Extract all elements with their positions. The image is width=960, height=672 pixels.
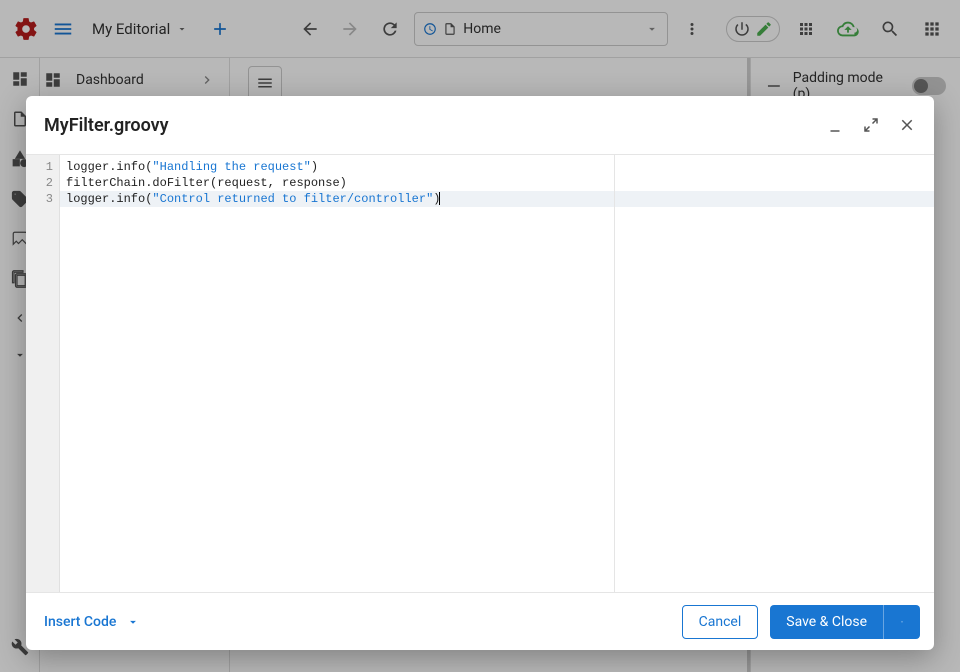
code-line: logger.info("Handling the request") xyxy=(60,159,934,175)
code-line: filterChain.doFilter(request, response) xyxy=(60,175,934,191)
minimize-icon xyxy=(826,116,844,134)
close-icon xyxy=(898,116,916,134)
text-caret xyxy=(439,192,440,205)
save-close-split-button: Save & Close xyxy=(770,605,920,639)
expand-icon xyxy=(862,116,880,134)
code-gutter: 1 2 3 xyxy=(26,155,60,592)
code-editor-body: 1 2 3 logger.info("Handling the request"… xyxy=(26,154,934,592)
close-button[interactable] xyxy=(898,116,916,134)
minimize-button[interactable] xyxy=(826,116,844,134)
line-number: 1 xyxy=(26,159,53,175)
modal-overlay: MyFilter.groovy 1 2 3 logger.info("Handl… xyxy=(0,0,960,672)
cancel-button[interactable]: Cancel xyxy=(682,605,759,639)
code-editor[interactable]: logger.info("Handling the request") filt… xyxy=(60,155,934,592)
dialog-title: MyFilter.groovy xyxy=(44,115,169,136)
code-editor-dialog: MyFilter.groovy 1 2 3 logger.info("Handl… xyxy=(26,96,934,650)
line-number: 2 xyxy=(26,175,53,191)
caret-down-icon xyxy=(900,616,904,628)
print-margin xyxy=(614,155,615,592)
code-line: logger.info("Control returned to filter/… xyxy=(60,191,934,207)
save-close-more-button[interactable] xyxy=(884,605,920,639)
fullscreen-button[interactable] xyxy=(862,116,880,134)
dialog-footer: Insert Code Cancel Save & Close xyxy=(26,592,934,650)
dialog-header: MyFilter.groovy xyxy=(26,96,934,154)
chevron-down-icon xyxy=(126,615,140,629)
save-close-button[interactable]: Save & Close xyxy=(770,605,884,639)
insert-code-button[interactable]: Insert Code xyxy=(40,608,144,636)
line-number: 3 xyxy=(26,191,53,207)
insert-code-label: Insert Code xyxy=(44,614,116,630)
